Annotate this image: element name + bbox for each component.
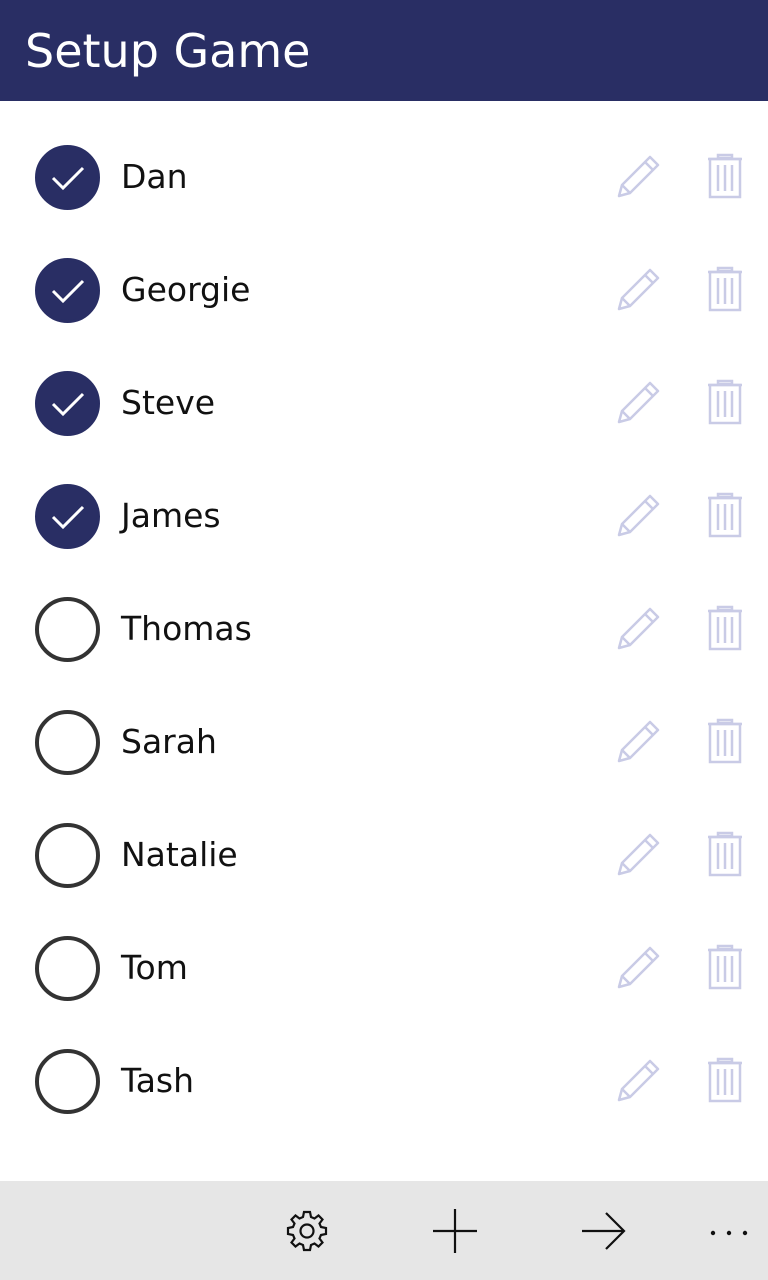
player-name: Tash <box>121 1061 195 1100</box>
edit-button[interactable] <box>614 942 664 992</box>
pencil-icon <box>617 720 660 763</box>
pencil-icon <box>617 1059 660 1102</box>
plus-icon <box>433 1209 477 1253</box>
checkmark-icon <box>51 392 84 416</box>
trash-icon <box>708 379 742 425</box>
arrow-right-icon <box>582 1212 626 1250</box>
delete-button[interactable] <box>700 716 750 766</box>
next-button[interactable] <box>576 1203 632 1259</box>
player-checkbox[interactable] <box>35 710 100 775</box>
edit-button[interactable] <box>614 829 664 879</box>
edit-button[interactable] <box>614 151 664 201</box>
pencil-icon <box>617 494 660 537</box>
delete-button[interactable] <box>700 829 750 879</box>
page-title: Setup Game <box>25 24 311 78</box>
trash-icon <box>708 1057 742 1103</box>
player-row[interactable]: Steve <box>0 359 768 472</box>
edit-button[interactable] <box>614 716 664 766</box>
pencil-icon <box>617 607 660 650</box>
player-checkbox[interactable] <box>35 371 100 436</box>
checkmark-icon <box>51 279 84 303</box>
trash-icon <box>708 831 742 877</box>
trash-icon <box>708 605 742 651</box>
delete-button[interactable] <box>700 490 750 540</box>
player-row[interactable]: James <box>0 472 768 585</box>
settings-button[interactable] <box>279 1203 335 1259</box>
player-checkbox[interactable] <box>35 1049 100 1114</box>
delete-button[interactable] <box>700 151 750 201</box>
player-name: James <box>121 496 221 535</box>
pencil-icon <box>617 381 660 424</box>
edit-button[interactable] <box>614 490 664 540</box>
add-player-button[interactable] <box>427 1203 483 1259</box>
checkmark-icon <box>51 505 84 529</box>
edit-button[interactable] <box>614 377 664 427</box>
player-checkbox[interactable] <box>35 597 100 662</box>
player-name: Georgie <box>121 270 251 309</box>
player-name: Sarah <box>121 722 217 761</box>
delete-button[interactable] <box>700 377 750 427</box>
player-checkbox[interactable] <box>35 823 100 888</box>
player-checkbox[interactable] <box>35 484 100 549</box>
title-bar: Setup Game <box>0 0 768 101</box>
player-checkbox[interactable] <box>35 258 100 323</box>
pencil-icon <box>617 155 660 198</box>
pencil-icon <box>617 946 660 989</box>
trash-icon <box>708 266 742 312</box>
trash-icon <box>708 718 742 764</box>
delete-button[interactable] <box>700 942 750 992</box>
player-row[interactable]: Thomas <box>0 585 768 698</box>
player-name: Thomas <box>121 609 252 648</box>
player-row[interactable]: Georgie <box>0 246 768 359</box>
player-row[interactable]: Sarah <box>0 698 768 811</box>
app-bar <box>0 1181 768 1280</box>
player-checkbox[interactable] <box>35 145 100 210</box>
player-name: Dan <box>121 157 188 196</box>
edit-button[interactable] <box>614 603 664 653</box>
player-name: Steve <box>121 383 216 422</box>
player-row[interactable]: Tom <box>0 924 768 1037</box>
edit-button[interactable] <box>614 1055 664 1105</box>
player-row[interactable]: Natalie <box>0 811 768 924</box>
player-name: Natalie <box>121 835 238 874</box>
more-button[interactable] <box>703 1203 759 1259</box>
trash-icon <box>708 153 742 199</box>
player-row[interactable]: Tash <box>0 1037 768 1150</box>
player-row[interactable]: Dan <box>0 133 768 246</box>
more-icon <box>710 1230 748 1236</box>
player-name: Tom <box>121 948 188 987</box>
pencil-icon <box>617 833 660 876</box>
player-list: Dan Georgie Steve James Thomas Sarah Nat… <box>0 101 768 1180</box>
pencil-icon <box>617 268 660 311</box>
delete-button[interactable] <box>700 603 750 653</box>
player-checkbox[interactable] <box>35 936 100 1001</box>
trash-icon <box>708 492 742 538</box>
trash-icon <box>708 944 742 990</box>
edit-button[interactable] <box>614 264 664 314</box>
delete-button[interactable] <box>700 1055 750 1105</box>
gear-icon <box>286 1210 328 1252</box>
delete-button[interactable] <box>700 264 750 314</box>
checkmark-icon <box>51 166 84 190</box>
